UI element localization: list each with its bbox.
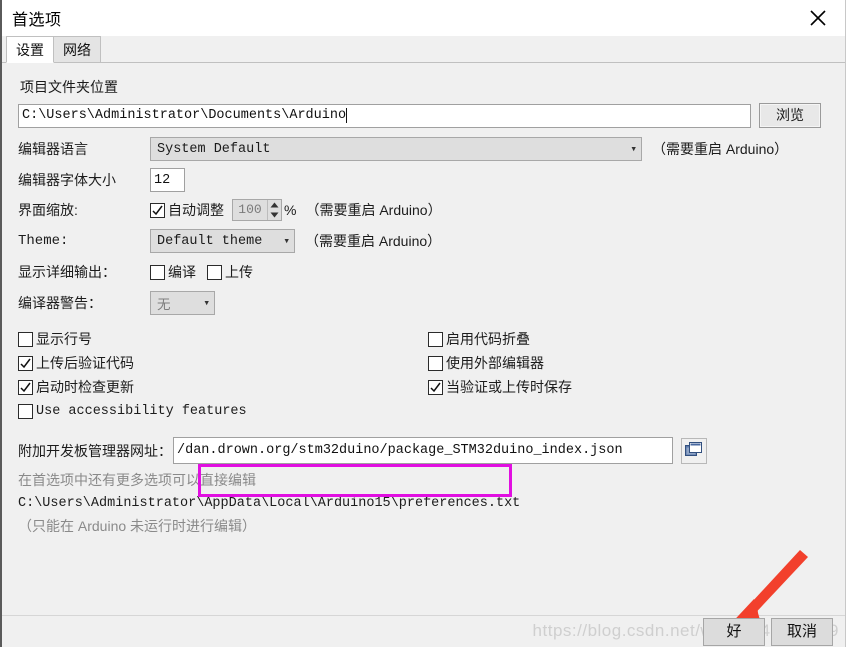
scale-percent-label: % (284, 202, 297, 218)
sketchbook-path-value: C:\Users\Administrator\Documents\Arduino (22, 108, 347, 123)
settings-panel: 项目文件夹位置 C:\Users\Administrator\Documents… (2, 63, 845, 616)
checkbox-column-left: 显示行号 上传后验证代码 启动时检查更新 Use accessibility f… (18, 327, 428, 423)
window-stack-icon[interactable] (681, 437, 707, 464)
accessibility-checkbox[interactable] (18, 403, 33, 419)
title-bar: 首选项 (2, 0, 845, 36)
more-prefs-hint: 在首选项中还有更多选项可以直接编辑 (18, 472, 256, 488)
tab-bar: 设置 网络 (2, 36, 845, 63)
boards-url-input[interactable]: /dan.drown.org/stm32duino/package_STM32d… (173, 437, 673, 464)
spinner-up-icon[interactable] (268, 200, 281, 210)
save-on-verify-label: 当验证或上传时保存 (446, 379, 572, 395)
spinner-down-icon[interactable] (268, 210, 281, 220)
theme-select[interactable]: Default theme ▾ (150, 229, 295, 253)
verbose-upload-checkbox[interactable] (207, 264, 222, 280)
auto-scale-checkbox[interactable] (150, 202, 165, 218)
font-size-input[interactable]: 12 (150, 168, 185, 192)
verbose-upload-label: 上传 (225, 264, 253, 280)
spinner-arrows[interactable] (267, 200, 281, 220)
verify-after-upload-checkbox[interactable] (18, 355, 33, 371)
sketchbook-label: 项目文件夹位置 (20, 79, 118, 95)
verbose-compile-label: 编译 (168, 264, 196, 280)
compiler-warnings-value: 无 (157, 298, 171, 314)
boards-url-label: 附加开发板管理器网址： (18, 442, 172, 459)
verbose-compile-checkbox[interactable] (150, 264, 165, 280)
theme-label: Theme: (18, 233, 69, 249)
ok-button[interactable]: 好 (703, 617, 765, 646)
theme-note: （需要重启 Arduino） (305, 233, 442, 249)
text-caret (346, 108, 348, 123)
preferences-file-path: C:\Users\Administrator\AppData\Local\Ard… (18, 496, 521, 511)
verbose-output-label: 显示详细输出： (18, 264, 116, 280)
close-icon[interactable] (795, 0, 841, 36)
code-folding-label: 启用代码折叠 (446, 331, 530, 347)
more-prefs-note: （只能在 Arduino 未运行时进行编辑） (18, 518, 257, 534)
external-editor-label: 使用外部编辑器 (446, 355, 544, 371)
boards-url-value: /dan.drown.org/stm32duino/package_STM32d… (177, 443, 623, 458)
editor-language-select[interactable]: System Default ▾ (150, 137, 642, 161)
preferences-dialog: 首选项 设置 网络 项目文件夹位置 C:\Users\Administrator… (0, 0, 846, 647)
show-line-numbers-label: 显示行号 (36, 331, 92, 347)
editor-language-label: 编辑器语言 (18, 141, 88, 157)
accessibility-label: Use accessibility features (36, 403, 247, 419)
auto-scale-label: 自动调整 (168, 202, 224, 218)
external-editor-checkbox[interactable] (428, 355, 443, 371)
scale-note: （需要重启 Arduino） (305, 202, 442, 218)
checkbox-column-right: 启用代码折叠 使用外部编辑器 当验证或上传时保存 (428, 327, 572, 399)
tab-settings[interactable]: 设置 (6, 36, 54, 63)
scale-value: 100 (238, 202, 262, 217)
cancel-button[interactable]: 取消 (771, 617, 833, 646)
chevron-down-icon: ▾ (630, 144, 637, 156)
interface-scale-label: 界面缩放: (18, 202, 78, 218)
theme-value: Default theme (157, 233, 263, 249)
check-updates-on-startup-label: 启动时检查更新 (36, 379, 134, 395)
font-size-label: 编辑器字体大小 (18, 172, 116, 188)
tab-network[interactable]: 网络 (53, 36, 101, 62)
compiler-warnings-select[interactable]: 无 ▾ (150, 291, 215, 315)
dialog-button-bar: https://blog.csdn.net/weixin_47811449 好 … (2, 616, 845, 647)
show-line-numbers-checkbox[interactable] (18, 331, 33, 347)
code-folding-checkbox[interactable] (428, 331, 443, 347)
scale-spinner[interactable]: 100 (232, 199, 282, 221)
sketchbook-path-input[interactable]: C:\Users\Administrator\Documents\Arduino (18, 103, 751, 128)
chevron-down-icon: ▾ (203, 298, 210, 310)
window-title: 首选项 (12, 12, 62, 29)
compiler-warnings-label: 编译器警告： (18, 295, 102, 311)
editor-language-value: System Default (157, 141, 271, 157)
check-updates-on-startup-checkbox[interactable] (18, 379, 33, 395)
save-on-verify-checkbox[interactable] (428, 379, 443, 395)
chevron-down-icon: ▾ (283, 236, 290, 248)
browse-button[interactable]: 浏览 (759, 103, 821, 128)
verify-after-upload-label: 上传后验证代码 (36, 355, 134, 371)
font-size-value: 12 (154, 172, 171, 188)
editor-language-note: （需要重启 Arduino） (652, 141, 789, 157)
